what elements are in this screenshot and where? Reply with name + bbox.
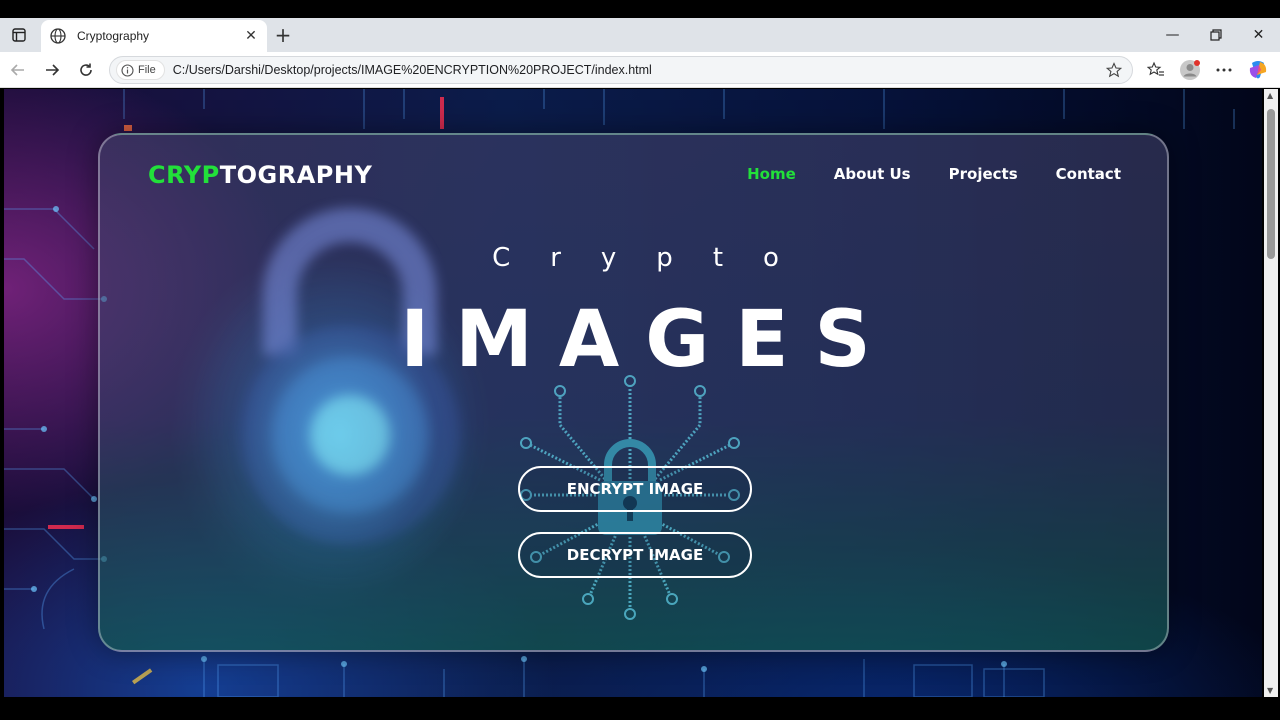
plus-icon[interactable]: + [272,23,294,47]
brand-green-part: CRYP [148,161,220,189]
back-icon[interactable] [6,58,30,82]
nav-projects[interactable]: Projects [949,165,1018,183]
nav-contact[interactable]: Contact [1056,165,1121,183]
brand-logo[interactable]: CRYPTOGRAPHY [148,161,372,189]
minimize-icon[interactable]: — [1151,18,1194,52]
sidebar-toggle-icon[interactable] [8,24,30,46]
favorites-icon[interactable] [1144,58,1168,82]
address-bar: File C:/Users/Darshi/Desktop/projects/IM… [0,52,1280,88]
forward-icon[interactable] [40,58,64,82]
profile-icon[interactable] [1178,58,1202,82]
main-nav: Home About Us Projects Contact [747,165,1121,183]
copilot-icon[interactable] [1246,58,1270,82]
page-viewport: CRYPTOGRAPHY Home About Us Projects Cont… [4,89,1262,697]
reload-icon[interactable] [74,58,98,82]
omnibox[interactable]: File C:/Users/Darshi/Desktop/projects/IM… [109,56,1133,84]
site-info-chip[interactable]: File [116,60,165,80]
tab-title: Cryptography [77,29,150,43]
scrollbar-thumb[interactable] [1267,109,1275,259]
more-icon[interactable] [1212,58,1236,82]
window-close-icon[interactable]: ✕ [1237,18,1280,52]
file-chip-label: File [138,64,156,76]
info-icon [121,63,134,77]
restore-icon[interactable] [1194,18,1237,52]
globe-icon [50,28,66,44]
close-icon[interactable]: ✕ [241,26,261,46]
url-text[interactable]: C:/Users/Darshi/Desktop/projects/IMAGE%2… [173,63,652,77]
hero-subtitle: Crypto [492,243,819,273]
star-icon[interactable] [1104,60,1124,80]
top-strip [0,0,1280,18]
tab-cryptography[interactable]: Cryptography ✕ [41,20,267,52]
hero-glass-card: CRYPTOGRAPHY Home About Us Projects Cont… [98,133,1169,652]
vertical-scrollbar[interactable]: ▲ ▼ [1264,89,1278,697]
tab-bar: Cryptography ✕ + — ✕ [0,18,1280,52]
nav-home[interactable]: Home [747,165,796,183]
nav-about-us[interactable]: About Us [834,165,911,183]
decrypt-image-button[interactable]: DECRYPT IMAGE [518,532,752,578]
encrypt-image-button[interactable]: ENCRYPT IMAGE [518,466,752,512]
brand-white-part: TOGRAPHY [219,161,373,189]
scroll-down-icon[interactable]: ▼ [1267,686,1273,695]
scroll-up-icon[interactable]: ▲ [1267,91,1273,100]
